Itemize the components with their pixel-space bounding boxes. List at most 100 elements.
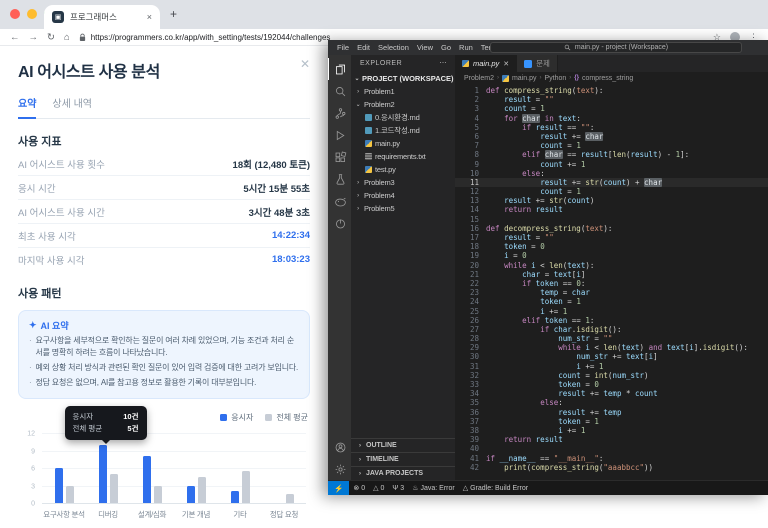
code-line-3[interactable]: 3 count = 1 [455, 104, 768, 113]
bar-group[interactable] [174, 477, 218, 503]
code-line-16[interactable]: 16def decompress_string(text): [455, 224, 768, 233]
tab-summary[interactable]: 요약 [18, 95, 36, 119]
status-warning-item[interactable]: △0 [369, 484, 388, 492]
tree-file-0.응시환경.md[interactable]: 0.응시환경.md [351, 111, 455, 124]
source-control-icon[interactable] [328, 102, 351, 124]
tab-close-icon[interactable]: × [147, 12, 152, 22]
code-line-6[interactable]: 6 result += char [455, 132, 768, 141]
code-line-8[interactable]: 8 elif char == result[len(result) - 1]: [455, 150, 768, 159]
code-line-26[interactable]: 26 elif token == 1: [455, 316, 768, 325]
docker-icon[interactable] [328, 190, 351, 212]
settings-icon[interactable] [328, 458, 351, 480]
menu-edit[interactable]: Edit [353, 43, 374, 52]
bar-전체 평균[interactable] [198, 477, 206, 503]
code-line-10[interactable]: 10 else: [455, 169, 768, 178]
code-line-36[interactable]: 36 result += temp [455, 408, 768, 417]
status-warning-item[interactable]: △Gradle: Build Error [459, 484, 532, 492]
code-line-9[interactable]: 9 count += 1 [455, 160, 768, 169]
close-window-button[interactable] [10, 9, 20, 19]
status-fork-item[interactable]: Ψ3 [388, 485, 408, 492]
tree-folder-Problem5[interactable]: ›Problem5 [351, 202, 455, 215]
menu-go[interactable]: Go [437, 43, 455, 52]
bar-응시자[interactable] [55, 468, 63, 503]
code-line-31[interactable]: 31 i += 1 [455, 362, 768, 371]
editor-tab-문제[interactable]: 문제 [517, 55, 558, 72]
tree-folder-Problem4[interactable]: ›Problem4 [351, 189, 455, 202]
tree-file-requirements.txt[interactable]: requirements.txt [351, 150, 455, 163]
bar-응시자[interactable] [143, 456, 151, 503]
code-line-12[interactable]: 12 count = 1 [455, 187, 768, 196]
code-line-21[interactable]: 21 char = text[i] [455, 270, 768, 279]
bar-응시자[interactable] [231, 491, 239, 503]
code-line-27[interactable]: 27 if char.isdigit(): [455, 325, 768, 334]
code-line-1[interactable]: 1def compress_string(text): [455, 86, 768, 95]
tree-folder-Problem1[interactable]: ›Problem1 [351, 85, 455, 98]
status-java-item[interactable]: ♨Java: Error [408, 484, 459, 492]
code-line-30[interactable]: 30 num_str += text[i] [455, 352, 768, 361]
code-line-5[interactable]: 5 if result == "": [455, 123, 768, 132]
back-icon[interactable]: ← [10, 32, 20, 43]
explorer-icon[interactable] [328, 58, 351, 80]
code-line-22[interactable]: 22 if token == 0: [455, 279, 768, 288]
menu-run[interactable]: Run [455, 43, 477, 52]
code-line-7[interactable]: 7 count = 1 [455, 141, 768, 150]
bar-group[interactable] [86, 445, 130, 503]
code-line-14[interactable]: 14 return result [455, 205, 768, 214]
power-icon[interactable] [328, 212, 351, 234]
sidebar-section-java-projects[interactable]: ›JAVA PROJECTS [351, 466, 455, 480]
menu-selection[interactable]: Selection [374, 43, 413, 52]
browser-tab[interactable]: ▣ 프로그래머스 × [44, 5, 160, 29]
code-line-28[interactable]: 28 num_str = "" [455, 334, 768, 343]
bar-전체 평균[interactable] [110, 474, 118, 503]
run-debug-icon[interactable] [328, 124, 351, 146]
breadcrumb-item[interactable]: Problem2 [464, 75, 494, 82]
code-line-34[interactable]: 34 result += temp * count [455, 389, 768, 398]
bar-응시자[interactable] [187, 486, 195, 504]
bar-group[interactable] [130, 456, 174, 503]
code-line-29[interactable]: 29 while i < len(text) and text[i].isdig… [455, 343, 768, 352]
reload-icon[interactable]: ↻ [47, 32, 55, 43]
code-line-20[interactable]: 20 while i < len(text): [455, 261, 768, 270]
home-icon[interactable]: ⌂ [64, 32, 70, 43]
breadcrumb-item[interactable]: main.py [512, 75, 537, 82]
breadcrumb[interactable]: Problem2›main.py›Python›{}compress_strin… [455, 72, 768, 84]
sidebar-section-timeline[interactable]: ›TIMELINE [351, 452, 455, 466]
code-line-15[interactable]: 15 [455, 215, 768, 224]
code-line-18[interactable]: 18 token = 0 [455, 242, 768, 251]
code-line-35[interactable]: 35 else: [455, 398, 768, 407]
code-line-38[interactable]: 38 i += 1 [455, 426, 768, 435]
code-line-13[interactable]: 13 result += str(count) [455, 196, 768, 205]
bar-응시자[interactable] [99, 445, 107, 503]
code-line-40[interactable]: 40 [455, 444, 768, 453]
bar-group[interactable] [218, 471, 262, 503]
code-line-11[interactable]: 11 result += str(count) + char [455, 178, 768, 187]
code-line-17[interactable]: 17 result = "" [455, 233, 768, 242]
breadcrumb-item[interactable]: Python [544, 75, 566, 82]
menu-file[interactable]: File [333, 43, 353, 52]
editor-tab-main.py[interactable]: main.py✕ [455, 55, 517, 72]
close-icon[interactable]: ✕ [300, 58, 310, 70]
code-line-42[interactable]: 42 print(compress_string("aaabbcc")) [455, 463, 768, 472]
bar-전체 평균[interactable] [242, 471, 250, 503]
menu-view[interactable]: View [413, 43, 437, 52]
code-line-32[interactable]: 32 count = int(num_str) [455, 371, 768, 380]
bar-전체 평균[interactable] [66, 486, 74, 504]
tree-folder-Problem3[interactable]: ›Problem3 [351, 176, 455, 189]
code-editor[interactable]: 1def compress_string(text):2 result = ""… [455, 84, 768, 480]
code-line-41[interactable]: 41if __name__ == "__main__": [455, 454, 768, 463]
status-error-item[interactable]: ⊗0 [349, 484, 369, 492]
code-line-19[interactable]: 19 i = 0 [455, 251, 768, 260]
command-center-search[interactable]: main.py - project (Workspace) [490, 42, 742, 53]
tree-folder-Problem2[interactable]: ⌄Problem2 [351, 98, 455, 111]
bar-group[interactable] [262, 494, 306, 503]
breadcrumb-item[interactable]: compress_string [582, 75, 633, 82]
bar-group[interactable] [42, 468, 86, 503]
account-icon[interactable] [328, 436, 351, 458]
minimize-window-button[interactable] [27, 9, 37, 19]
code-line-25[interactable]: 25 i += 1 [455, 307, 768, 316]
explorer-actions-icon[interactable]: ⋯ [440, 59, 448, 67]
testing-icon[interactable] [328, 168, 351, 190]
code-line-33[interactable]: 33 token = 0 [455, 380, 768, 389]
code-line-37[interactable]: 37 token = 1 [455, 417, 768, 426]
code-line-23[interactable]: 23 temp = char [455, 288, 768, 297]
